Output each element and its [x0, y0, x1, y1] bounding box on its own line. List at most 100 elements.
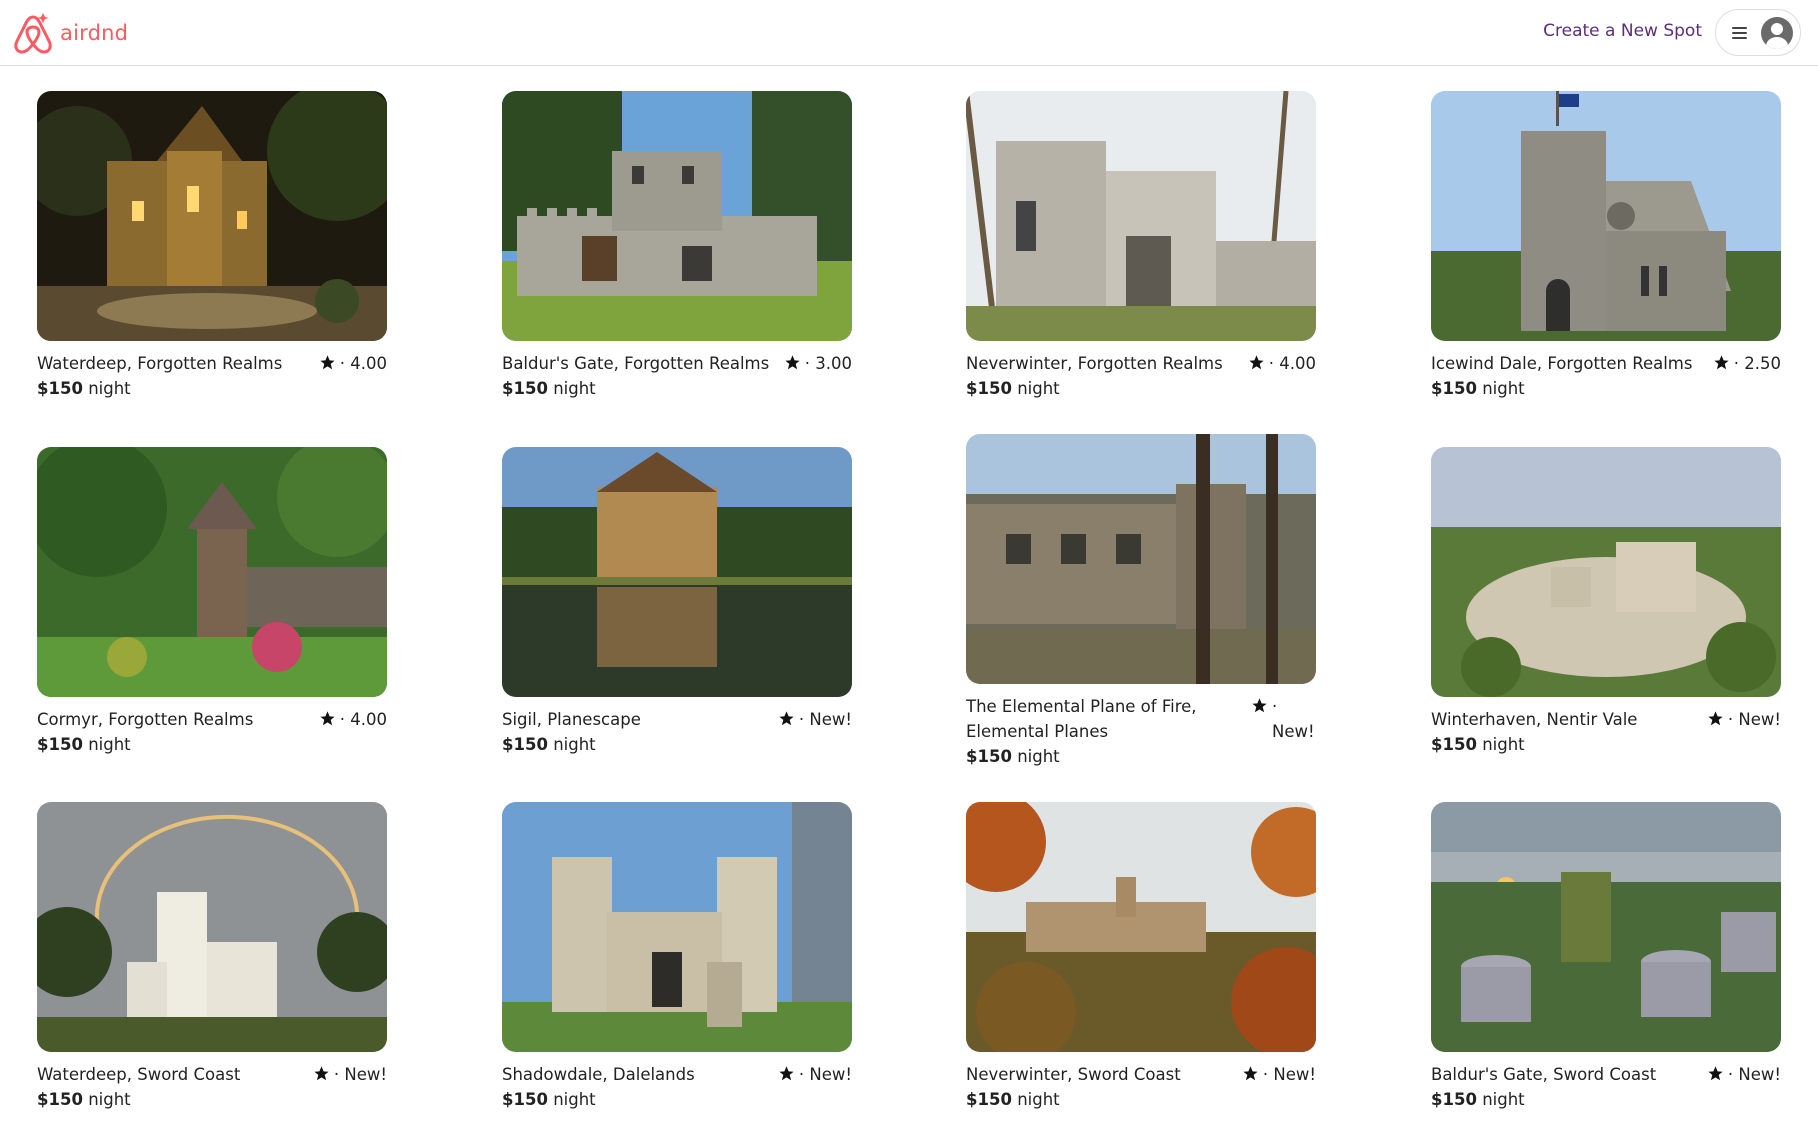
spot-price: $150 night: [1431, 376, 1781, 401]
star-icon: [1252, 698, 1267, 713]
spot-card[interactable]: Baldur's Gate, Sword Coast · New! $150 n…: [1431, 802, 1781, 1112]
spot-location: Cormyr, Forgotten Realms: [37, 710, 254, 729]
spot-card[interactable]: Winterhaven, Nentir Vale · New! $150 nig…: [1431, 447, 1781, 757]
spot-rating: · 4.00: [319, 351, 387, 376]
spot-location: Winterhaven, Nentir Vale: [1431, 710, 1638, 729]
spot-rating: · 4.00: [1248, 351, 1316, 376]
spot-image-garden-tower: [37, 447, 387, 697]
price-amount: $150: [966, 379, 1012, 398]
spot-price: $150 night: [966, 744, 1316, 769]
spot-card[interactable]: Neverwinter, Forgotten Realms · 4.00 $15…: [966, 91, 1316, 401]
spot-card[interactable]: The Elemental Plane of Fire, Elemental P…: [966, 434, 1316, 769]
spot-card[interactable]: Sigil, Planescape · New! $150 night: [502, 447, 852, 757]
spot-rating: · 2.50: [1713, 351, 1781, 376]
rating-value: · New!: [1727, 1065, 1781, 1084]
price-unit: night: [1482, 379, 1525, 398]
star-icon: [1714, 355, 1729, 370]
spot-price: $150 night: [966, 1087, 1316, 1112]
spot-rating: · 3.00: [784, 351, 852, 376]
price-unit: night: [1017, 747, 1060, 766]
spot-card[interactable]: Baldur's Gate, Forgotten Realms · 3.00 $…: [502, 91, 852, 401]
spot-image-turret-fort-sunset: [1431, 802, 1781, 1052]
price-unit: night: [1482, 735, 1525, 754]
spot-card[interactable]: Neverwinter, Sword Coast · New! $150 nig…: [966, 802, 1316, 1112]
spot-card[interactable]: Shadowdale, Dalelands · New! $150 night: [502, 802, 852, 1112]
rating-value: · New!: [1727, 710, 1781, 729]
price-amount: $150: [966, 1090, 1012, 1109]
price-unit: night: [1017, 379, 1060, 398]
spot-card[interactable]: Cormyr, Forgotten Realms · 4.00 $150 nig…: [37, 447, 387, 757]
rating-value: · 4.00: [1268, 354, 1316, 373]
spot-location: Baldur's Gate, Forgotten Realms: [502, 354, 770, 373]
spot-location: Waterdeep, Forgotten Realms: [37, 354, 283, 373]
price-amount: $150: [1431, 379, 1477, 398]
spot-price: $150 night: [37, 732, 387, 757]
rating-value: · 4.00: [339, 354, 387, 373]
spot-price: $150 night: [502, 376, 852, 401]
spot-image-white-tower-rainbow: [37, 802, 387, 1052]
rating-value: · New!: [1262, 1065, 1316, 1084]
star-icon: [320, 711, 335, 726]
spot-card[interactable]: Waterdeep, Sword Coast · New! $150 night: [37, 802, 387, 1112]
spot-rating: · New!: [778, 1062, 852, 1087]
price-amount: $150: [37, 1090, 83, 1109]
price-unit: night: [553, 1090, 596, 1109]
price-unit: night: [88, 735, 131, 754]
spot-price: $150 night: [1431, 732, 1781, 757]
rating-value: · 4.00: [339, 710, 387, 729]
spot-rating: · New!: [313, 1062, 387, 1087]
spot-image-stone-fort: [502, 91, 852, 341]
price-unit: night: [1017, 1090, 1060, 1109]
spot-image-hilltop-village: [966, 802, 1316, 1052]
star-icon: [1249, 355, 1264, 370]
star-icon: [1243, 1066, 1258, 1081]
star-icon: [785, 355, 800, 370]
price-unit: night: [1482, 1090, 1525, 1109]
star-icon: [314, 1066, 329, 1081]
star-icon: [779, 1066, 794, 1081]
top-navigation-bar: airdnd Create a New Spot: [0, 0, 1818, 66]
airdnd-logo-icon: [14, 13, 52, 54]
spot-location: Neverwinter, Sword Coast: [966, 1065, 1181, 1084]
spot-price: $150 night: [37, 376, 387, 401]
brand-name: airdnd: [60, 21, 129, 45]
spot-rating: · 4.00: [319, 707, 387, 732]
rating-value: · New!: [798, 710, 852, 729]
home-logo-link[interactable]: airdnd: [10, 11, 128, 55]
spot-image-castle-night: [37, 91, 387, 341]
spot-image-stone-house-woods: [966, 434, 1316, 684]
profile-menu-button[interactable]: [1715, 9, 1801, 56]
price-unit: night: [88, 379, 131, 398]
spot-rating: · New!: [778, 707, 852, 732]
spot-image-stone-chapel: [1431, 91, 1781, 341]
spot-rating: · New!: [1707, 1062, 1781, 1087]
rating-value: · New!: [333, 1065, 387, 1084]
price-unit: night: [88, 1090, 131, 1109]
rating-value: · 2.50: [1733, 354, 1781, 373]
spot-rating: · New!: [1251, 694, 1316, 744]
spot-location: The Elemental Plane of Fire, Elemental P…: [966, 697, 1197, 741]
user-avatar-icon: [1761, 16, 1793, 49]
price-amount: $150: [502, 735, 548, 754]
create-new-spot-link[interactable]: Create a New Spot: [1543, 21, 1702, 41]
star-icon: [1708, 711, 1723, 726]
price-unit: night: [553, 735, 596, 754]
spot-location: Baldur's Gate, Sword Coast: [1431, 1065, 1657, 1084]
spot-price: $150 night: [502, 732, 852, 757]
price-amount: $150: [966, 747, 1012, 766]
price-amount: $150: [37, 735, 83, 754]
spot-card[interactable]: Icewind Dale, Forgotten Realms · 2.50 $1…: [1431, 91, 1781, 401]
price-amount: $150: [502, 379, 548, 398]
spot-card[interactable]: Waterdeep, Forgotten Realms · 4.00 $150 …: [37, 91, 387, 401]
star-icon: [1708, 1066, 1723, 1081]
spot-rating: · New!: [1707, 707, 1781, 732]
rating-value: · New!: [798, 1065, 852, 1084]
spot-price: $150 night: [502, 1087, 852, 1112]
spot-image-lake-manor: [502, 447, 852, 697]
rating-value: · 3.00: [804, 354, 852, 373]
spot-location: Icewind Dale, Forgotten Realms: [1431, 354, 1693, 373]
spot-location: Shadowdale, Dalelands: [502, 1065, 695, 1084]
price-amount: $150: [1431, 1090, 1477, 1109]
spot-price: $150 night: [37, 1087, 387, 1112]
spot-price: $150 night: [966, 376, 1316, 401]
